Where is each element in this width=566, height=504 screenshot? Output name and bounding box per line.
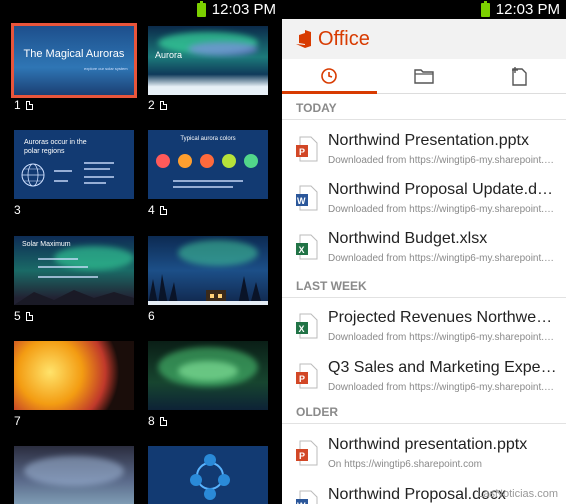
section-header-today: TODAY [296,101,337,115]
notes-icon [25,311,33,321]
slide-2-title: Aurora [155,50,183,60]
excel-file-icon: X [296,234,318,260]
slide-number-label: 4 [148,203,155,217]
slide-thumbnail-pane: 12:03 PM The Magical Auroras explore our… [0,0,282,504]
recent-file-item[interactable]: P Northwind Presentation.pptx Downloaded… [282,128,566,174]
recent-file-item[interactable]: X Northwind Budget.xlsx Downloaded from … [282,226,566,272]
section-header-older: OLDER [296,405,338,419]
app-title: Office [318,27,370,50]
slide-thumbnail-1[interactable]: The Magical Auroras explore our solar sy… [11,23,137,98]
word-file-icon: W [296,490,318,504]
file-name: Northwind Budget.xlsx [328,230,488,247]
battery-icon [196,0,206,17]
tab-bar [282,59,566,94]
globe-icon [21,163,45,187]
recent-file-item[interactable]: P Q3 Sales and Marketing Expenses.pptx D… [282,355,566,401]
slide-thumbnail-8[interactable] [148,341,268,410]
slide-number-5: 5 [14,309,33,323]
office-logo-icon [294,29,312,49]
file-name: Northwind Proposal Update.docx [328,181,558,198]
svg-text:X: X [299,245,305,255]
watermark: LasNoticias.com [477,488,558,500]
new-document-icon [511,67,527,86]
slide-number-label: 2 [148,98,155,112]
battery-icon [480,0,490,17]
svg-text:P: P [299,147,305,157]
slide-thumbnail-2[interactable]: Aurora [148,26,268,95]
slide-thumbnail-4[interactable]: Typical aurora colors [148,130,268,199]
file-location: Downloaded from https://wingtip6-my.shar… [328,332,558,343]
slide-number-1: 1 [14,98,33,112]
powerpoint-file-icon: P [296,440,318,466]
svg-text:P: P [299,451,305,461]
slide-number-label: 3 [14,203,21,217]
office-app-bar: Office [282,19,566,59]
status-time: 12:03 PM [495,1,560,18]
clock-icon [321,68,338,84]
file-location: Downloaded from https://wingtip6-my.shar… [328,155,558,166]
file-location: Downloaded from https://wingtip6-my.shar… [328,204,558,215]
file-name: Projected Revenues Northwest.xlsx [328,309,558,326]
notes-icon [159,100,167,110]
slide-number-label: 8 [148,414,155,428]
notes-icon [25,100,33,110]
slide-thumbnail-5[interactable]: Solar Maximum [14,236,134,305]
slide-3-title: Auroras occur in the polar regions [24,139,87,155]
notes-icon [159,205,167,215]
slide-number-4: 4 [148,203,167,217]
slide-number-3: 3 [14,203,21,217]
notes-icon [159,416,167,426]
recent-file-item[interactable]: W Northwind Proposal Update.docx Downloa… [282,177,566,223]
file-name: Q3 Sales and Marketing Expenses.pptx [328,359,558,376]
slide-4-title: Typical aurora colors [180,136,236,142]
slide-5-title: Solar Maximum [22,241,71,248]
recent-file-item[interactable]: X Projected Revenues Northwest.xlsx Down… [282,305,566,351]
file-name: Northwind Presentation.pptx [328,132,529,149]
slide-number-8: 8 [148,414,167,428]
file-location: On https://wingtip6.sharepoint.com [328,459,482,470]
cycle-diagram [190,454,230,500]
excel-file-icon: X [296,313,318,339]
slide-number-6: 6 [148,309,155,323]
slide-thumbnail-9[interactable] [14,446,134,504]
slide-thumbnail-6[interactable] [148,236,268,305]
svg-text:P: P [299,374,305,384]
slide-number-label: 6 [148,309,155,323]
status-time: 12:03 PM [211,1,276,18]
slide-number-2: 2 [148,98,167,112]
file-location: Downloaded from https://wingtip6-my.shar… [328,253,558,264]
svg-text:X: X [299,324,305,334]
slide-1-title: The Magical Auroras [23,48,125,60]
status-bar-left: 12:03 PM [0,0,282,19]
tab-new[interactable] [471,59,566,93]
file-location: Downloaded from https://wingtip6-my.shar… [328,382,558,393]
slide-number-label: 1 [14,98,21,112]
powerpoint-file-icon: P [296,363,318,389]
svg-text:W: W [297,196,306,206]
powerpoint-file-icon: P [296,136,318,162]
section-header-last-week: LAST WEEK [296,279,367,293]
tab-open[interactable] [377,59,472,93]
file-name: Northwind presentation.pptx [328,436,528,453]
status-bar-right: 12:03 PM [282,0,566,19]
slide-number-label: 5 [14,309,21,323]
slide-number-label: 7 [14,414,21,428]
slide-thumbnail-7[interactable] [14,341,134,410]
recent-file-item[interactable]: P Northwind presentation.pptx On https:/… [282,432,566,478]
slide-thumbnail-10[interactable] [148,446,268,504]
office-recent-pane: 12:03 PM Office TODAY P Northwind Presen… [282,0,566,504]
slide-1-subtitle: explore our solar system [84,66,128,71]
slide-number-7: 7 [14,414,21,428]
folder-icon [414,69,434,84]
slide-thumbnail-3[interactable]: Auroras occur in the polar regions [14,130,134,199]
word-file-icon: W [296,185,318,211]
tab-recent[interactable] [282,59,377,94]
